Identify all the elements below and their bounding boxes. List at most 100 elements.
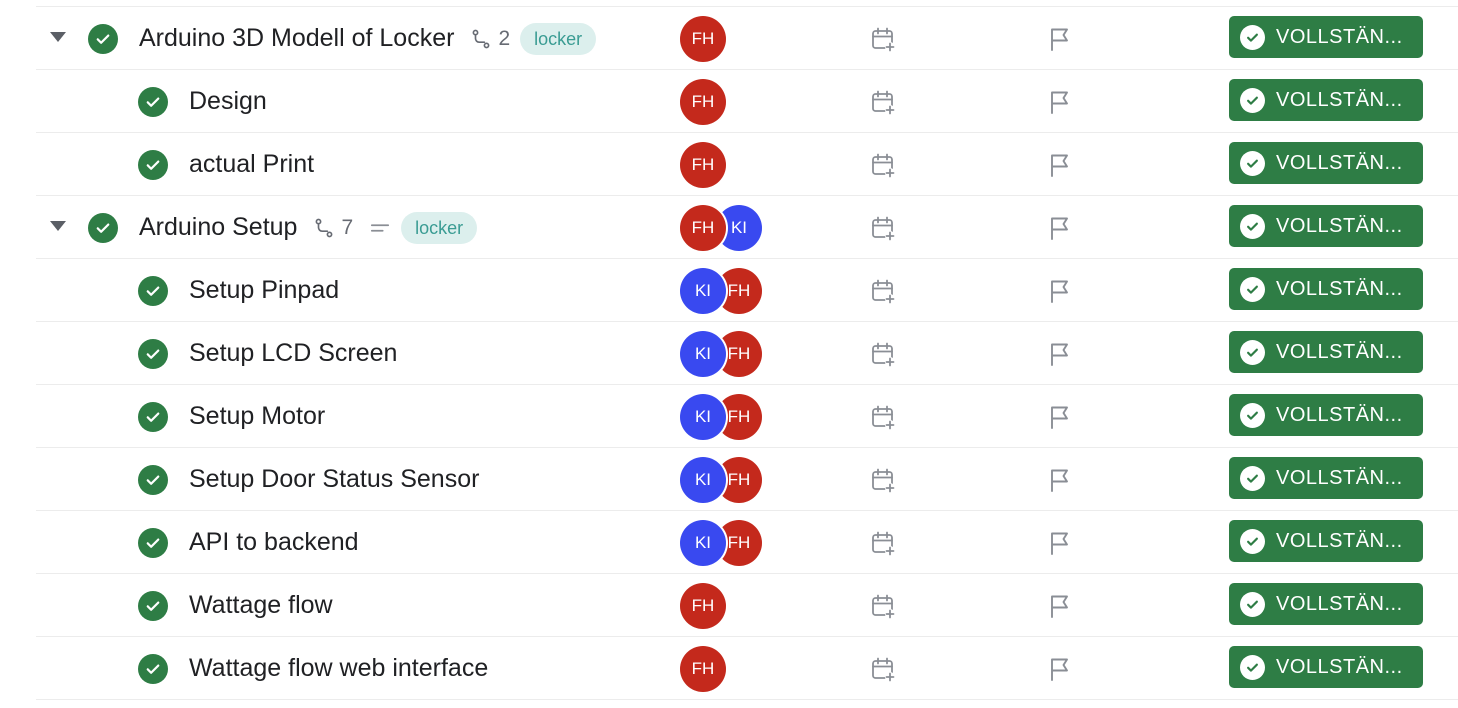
status-button[interactable]: VOLLSTÄN... <box>1229 394 1423 436</box>
task-row[interactable]: Arduino Setup 7 locker FH KI VOLLSTÄN... <box>0 196 1458 259</box>
flag-icon[interactable] <box>1046 88 1074 116</box>
check-circle-icon[interactable] <box>88 213 118 243</box>
task-row[interactable]: Setup LCD Screen KI FH VOLLSTÄN... <box>0 322 1458 385</box>
assignee-avatars[interactable]: KI FH <box>680 457 762 503</box>
avatar[interactable]: KI <box>680 520 726 566</box>
avatar[interactable]: FH <box>680 16 726 62</box>
calendar-plus-icon[interactable] <box>869 151 897 179</box>
flag-icon[interactable] <box>1046 529 1074 557</box>
assignee-avatars[interactable]: FH <box>680 646 726 692</box>
assignee-avatars[interactable]: FH <box>680 583 726 629</box>
task-title[interactable]: Arduino 3D Modell of Locker <box>139 24 454 53</box>
status-label: VOLLSTÄN... <box>1276 88 1403 111</box>
flag-icon[interactable] <box>1046 277 1074 305</box>
calendar-plus-icon[interactable] <box>869 25 897 53</box>
assignee-avatars[interactable]: FH <box>680 79 726 125</box>
check-circle-icon[interactable] <box>88 24 118 54</box>
task-row[interactable]: Setup Motor KI FH VOLLSTÄN... <box>0 385 1458 448</box>
calendar-plus-icon[interactable] <box>869 529 897 557</box>
check-circle-icon[interactable] <box>138 276 168 306</box>
status-button[interactable]: VOLLSTÄN... <box>1229 268 1423 310</box>
avatar[interactable]: FH <box>680 646 726 692</box>
calendar-plus-icon[interactable] <box>869 592 897 620</box>
check-circle-icon[interactable] <box>138 528 168 558</box>
assignee-avatars[interactable]: FH KI <box>680 205 762 251</box>
check-circle-icon[interactable] <box>138 87 168 117</box>
flag-icon[interactable] <box>1046 655 1074 683</box>
task-title[interactable]: API to backend <box>189 528 359 557</box>
flag-icon[interactable] <box>1046 25 1074 53</box>
status-label: VOLLSTÄN... <box>1276 25 1403 48</box>
calendar-plus-icon[interactable] <box>869 214 897 242</box>
task-row[interactable]: actual Print FH VOLLSTÄN... <box>0 133 1458 196</box>
check-circle-icon[interactable] <box>138 150 168 180</box>
task-title[interactable]: Setup LCD Screen <box>189 339 397 368</box>
assignee-avatars[interactable]: KI FH <box>680 520 762 566</box>
task-row[interactable]: API to backend KI FH VOLLSTÄN... <box>0 511 1458 574</box>
assignee-avatars[interactable]: FH <box>680 16 726 62</box>
task-row[interactable]: Setup Door Status Sensor KI FH VOLLSTÄN... <box>0 448 1458 511</box>
tag-badge[interactable]: locker <box>401 211 478 244</box>
avatar[interactable]: FH <box>680 79 726 125</box>
check-circle-icon <box>1240 402 1265 428</box>
task-row[interactable]: Design FH VOLLSTÄN... <box>0 70 1458 133</box>
task-title[interactable]: Design <box>189 87 267 116</box>
avatar[interactable]: KI <box>680 394 726 440</box>
task-title-group: actual Print <box>189 133 314 196</box>
calendar-plus-icon[interactable] <box>869 340 897 368</box>
status-button[interactable]: VOLLSTÄN... <box>1229 646 1423 688</box>
check-circle-icon[interactable] <box>138 465 168 495</box>
flag-icon[interactable] <box>1046 403 1074 431</box>
status-button[interactable]: VOLLSTÄN... <box>1229 16 1423 58</box>
status-button[interactable]: VOLLSTÄN... <box>1229 142 1423 184</box>
check-circle-icon[interactable] <box>138 402 168 432</box>
avatar[interactable]: KI <box>680 331 726 377</box>
status-button[interactable]: VOLLSTÄN... <box>1229 520 1423 562</box>
subtask-count[interactable]: 7 <box>313 216 353 240</box>
check-circle-icon[interactable] <box>138 591 168 621</box>
task-title[interactable]: Setup Door Status Sensor <box>189 465 479 494</box>
task-title[interactable]: Setup Motor <box>189 402 325 431</box>
tag-badge[interactable]: locker <box>520 22 597 55</box>
calendar-plus-icon[interactable] <box>869 466 897 494</box>
avatar[interactable]: KI <box>680 268 726 314</box>
flag-icon[interactable] <box>1046 340 1074 368</box>
task-row[interactable]: Wattage flow FH VOLLSTÄN... <box>0 574 1458 637</box>
avatar[interactable]: KI <box>680 457 726 503</box>
check-circle-icon[interactable] <box>138 654 168 684</box>
flag-icon[interactable] <box>1046 214 1074 242</box>
task-row[interactable]: Arduino 3D Modell of Locker 2 locker FH VOLL… <box>0 7 1458 70</box>
task-title[interactable]: Arduino Setup <box>139 213 297 242</box>
status-button[interactable]: VOLLSTÄN... <box>1229 79 1423 121</box>
status-button[interactable]: VOLLSTÄN... <box>1229 457 1423 499</box>
caret-down-icon[interactable] <box>50 32 66 42</box>
status-label: VOLLSTÄN... <box>1276 592 1403 615</box>
check-circle-icon[interactable] <box>138 339 168 369</box>
assignee-avatars[interactable]: KI FH <box>680 331 762 377</box>
avatar[interactable]: FH <box>680 583 726 629</box>
caret-down-icon[interactable] <box>50 221 66 231</box>
flag-icon[interactable] <box>1046 466 1074 494</box>
task-title[interactable]: Setup Pinpad <box>189 276 339 305</box>
calendar-plus-icon[interactable] <box>869 277 897 305</box>
status-button[interactable]: VOLLSTÄN... <box>1229 331 1423 373</box>
task-title[interactable]: Wattage flow <box>189 591 333 620</box>
task-title[interactable]: actual Print <box>189 150 314 179</box>
assignee-avatars[interactable]: FH <box>680 142 726 188</box>
assignee-avatars[interactable]: KI FH <box>680 394 762 440</box>
flag-icon[interactable] <box>1046 151 1074 179</box>
task-row[interactable]: Wattage flow web interface FH VOLLSTÄN... <box>0 637 1458 700</box>
task-row[interactable]: Setup Pinpad KI FH VOLLSTÄN... <box>0 259 1458 322</box>
flag-icon[interactable] <box>1046 592 1074 620</box>
calendar-plus-icon[interactable] <box>869 655 897 683</box>
avatar[interactable]: FH <box>680 205 726 251</box>
status-button[interactable]: VOLLSTÄN... <box>1229 583 1423 625</box>
status-button[interactable]: VOLLSTÄN... <box>1229 205 1423 247</box>
avatar[interactable]: FH <box>680 142 726 188</box>
status-label: VOLLSTÄN... <box>1276 529 1403 552</box>
calendar-plus-icon[interactable] <box>869 403 897 431</box>
subtask-count[interactable]: 2 <box>470 27 510 51</box>
assignee-avatars[interactable]: KI FH <box>680 268 762 314</box>
calendar-plus-icon[interactable] <box>869 88 897 116</box>
task-title[interactable]: Wattage flow web interface <box>189 654 488 683</box>
